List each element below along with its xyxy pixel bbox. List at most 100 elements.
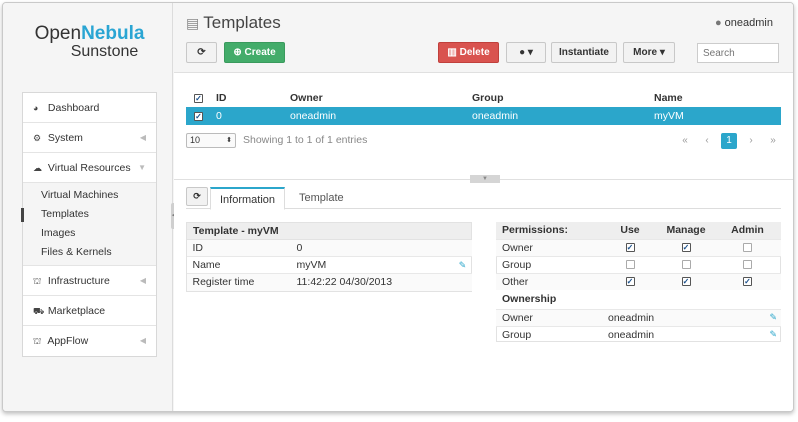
page-title-text: Templates [203, 13, 281, 32]
virtual-resources-submenu: Virtual Machines Templates Images Files … [21, 183, 156, 266]
info-label: Register time [186, 273, 291, 291]
page-size-value: 10 [190, 135, 201, 145]
owner-use-checkbox[interactable] [625, 243, 635, 253]
tab-information[interactable]: Information [210, 187, 286, 210]
other-admin-checkbox[interactable] [743, 277, 752, 287]
sidebar-item-infrastructure[interactable]: ⛫ Infrastructure ◀ [23, 266, 156, 296]
ownership-label: Owner [496, 308, 602, 326]
other-admin-cell [714, 272, 781, 290]
user-menu[interactable]: ● oneadmin [715, 17, 773, 29]
search-input[interactable] [697, 43, 779, 63]
more-button[interactable]: More ▾ [623, 42, 675, 63]
group-use-checkbox[interactable] [625, 260, 635, 270]
sidebar-item-virtual-resources[interactable]: ☁ Virtual Resources ▼ [23, 153, 156, 183]
table-row[interactable]: 0 oneadmin oneadmin myVM [186, 107, 781, 125]
instantiate-button[interactable]: Instantiate [551, 42, 617, 63]
refresh-button[interactable]: ⟳ [186, 42, 217, 63]
other-use-checkbox[interactable] [625, 277, 635, 287]
permission-column-use: Use [602, 222, 658, 239]
owner-use-cell [602, 238, 658, 256]
dashboard-icon: ◕ [33, 103, 39, 113]
file-icon: ▤ [186, 15, 200, 31]
column-header-name[interactable]: Name [646, 89, 781, 107]
edit-icon[interactable]: ✎ [714, 325, 781, 343]
detail-tabs: ⟳ Information Template [186, 187, 781, 210]
ownership-row-group: Group oneadmin ✎ [496, 325, 781, 343]
information-table: Template - myVM ID 0 Name myVM ✎ Registe… [186, 222, 472, 291]
permission-row-owner: Owner [496, 238, 781, 256]
logo-text-nebula: Nebula [81, 23, 145, 44]
group-manage-checkbox[interactable] [681, 260, 691, 270]
permission-row-other: Other [496, 272, 781, 290]
templates-table-area: ID Owner Group Name 0 oneadmin oneadmin … [174, 73, 793, 179]
plus-icon: ⊕ [233, 47, 242, 58]
sidebar-item-label: Marketplace [47, 305, 106, 317]
delete-button-label: Delete [459, 47, 490, 58]
chevron-left-icon: ◀ [139, 133, 146, 142]
tab-template[interactable]: Template [290, 187, 353, 210]
pagination: « ‹ 1 › » [671, 133, 781, 149]
sidebar-item-label: AppFlow [47, 335, 89, 347]
sidebar-subitem-templates[interactable]: Templates [21, 205, 156, 224]
next-page-icon[interactable]: › [743, 133, 759, 149]
panel-splitter[interactable]: ▼ [174, 175, 793, 183]
permissions-header-row: Permissions: Use Manage Admin [496, 222, 781, 239]
logo-text-open: Open [34, 23, 82, 44]
topbar: ▤ Templates ● oneadmin ⟳ ⊕ Create ▥ Delete… [174, 3, 793, 73]
sidebar-item-label: System [47, 132, 83, 144]
page-title: ▤ Templates [186, 13, 281, 33]
group-admin-checkbox[interactable] [743, 260, 752, 270]
splitter-handle-icon[interactable]: ▼ [470, 175, 500, 183]
info-label: Name [186, 256, 291, 274]
group-manage-cell [658, 255, 714, 273]
permission-label: Group [496, 255, 602, 273]
entries-info: Showing 1 to 1 of 1 entries [243, 134, 368, 146]
permissions-table: Permissions: Use Manage Admin Owner Grou… [496, 222, 781, 343]
page-number[interactable]: 1 [721, 133, 737, 149]
owner-manage-checkbox[interactable] [681, 243, 691, 253]
select-arrows-icon: ⬍ [226, 137, 232, 144]
permission-row-group: Group [496, 255, 781, 273]
change-owner-button[interactable]: ● ▾ [506, 42, 546, 63]
owner-admin-checkbox[interactable] [743, 243, 752, 253]
column-header-id[interactable]: ID [208, 89, 282, 107]
table-footer: 10 ⬍ Showing 1 to 1 of 1 entries « ‹ 1 › » [186, 133, 781, 151]
owner-manage-cell [658, 238, 714, 256]
sidebar-item-appflow[interactable]: ⛫ AppFlow ◀ [23, 326, 156, 356]
group-admin-cell [714, 255, 781, 273]
sidebar-item-marketplace[interactable]: ⛟ Marketplace [23, 296, 156, 326]
permission-column-admin: Admin [714, 222, 781, 239]
logo: OpenNebula Sunstone [22, 23, 157, 61]
sidebar-item-label: Infrastructure [47, 275, 110, 287]
cart-icon: ⛟ [33, 306, 45, 316]
caret-down-icon: ▾ [527, 47, 533, 58]
ownership-row-owner: Owner oneadmin ✎ [496, 308, 781, 326]
detail-refresh-button[interactable]: ⟳ [186, 187, 208, 206]
caret-down-icon: ▾ [659, 47, 665, 58]
row-checkbox-cell[interactable] [186, 107, 208, 125]
edit-icon[interactable]: ✎ [714, 308, 781, 326]
sidebar-subitem-files-kernels[interactable]: Files & Kernels [23, 243, 156, 262]
select-all-header[interactable] [186, 89, 208, 107]
info-row-name: Name myVM ✎ [186, 256, 472, 274]
info-value: 11:42:22 04/30/2013 [290, 273, 454, 291]
gears-icon: ⚙ [33, 133, 42, 143]
column-header-owner[interactable]: Owner [282, 89, 464, 107]
create-button[interactable]: ⊕ Create [224, 42, 285, 63]
first-page-icon[interactable]: « [677, 133, 693, 149]
select-all-checkbox[interactable] [194, 93, 203, 103]
other-manage-checkbox[interactable] [681, 277, 691, 287]
sidebar-item-system[interactable]: ⚙ System ◀ [23, 123, 156, 153]
sidebar-item-dashboard[interactable]: ◕ Dashboard [23, 93, 156, 123]
page-size-select[interactable]: 10 ⬍ [186, 133, 236, 148]
info-row-id: ID 0 [186, 239, 472, 257]
row-checkbox[interactable] [194, 111, 203, 121]
sidebar-subitem-images[interactable]: Images [23, 224, 156, 243]
chevron-down-icon: ▼ [138, 163, 146, 172]
delete-button[interactable]: ▥ Delete [438, 42, 499, 63]
prev-page-icon[interactable]: ‹ [699, 133, 715, 149]
edit-icon[interactable]: ✎ [453, 256, 472, 274]
column-header-group[interactable]: Group [464, 89, 646, 107]
sidebar-subitem-virtual-machines[interactable]: Virtual Machines [23, 186, 156, 205]
last-page-icon[interactable]: » [765, 133, 781, 149]
